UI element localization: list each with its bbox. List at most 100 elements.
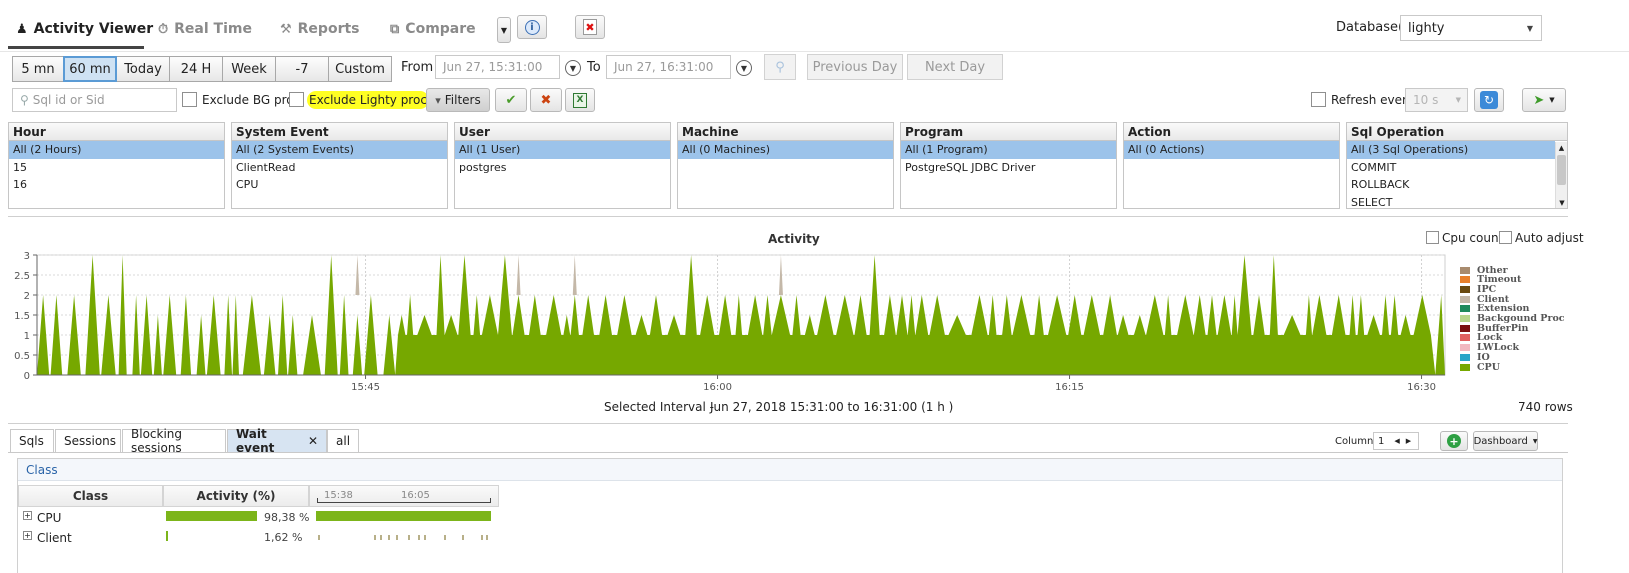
from-datetime-field[interactable]: Jun 27, 15:31:00 — [435, 55, 560, 79]
list-item[interactable]: ROLLBACK — [1347, 176, 1567, 194]
filter-clear-button[interactable]: ✖ — [530, 88, 562, 112]
list-item[interactable]: All (2 System Events) — [232, 141, 447, 159]
tab-wait-event[interactable]: Wait event ✕ — [227, 427, 327, 455]
tab-bar-separator — [8, 452, 1568, 453]
columns-label: Columns — [1335, 436, 1379, 447]
list-item[interactable]: 16 — [9, 176, 224, 194]
expand-icon[interactable]: + — [23, 531, 32, 540]
auto-adjust-checkbox[interactable] — [1499, 231, 1512, 244]
search-range-button[interactable]: ⚲ — [764, 54, 796, 80]
tab-sessions[interactable]: Sessions — [55, 429, 121, 452]
from-dropdown-icon[interactable]: ▼ — [565, 60, 581, 76]
tab-blocking-sessions[interactable]: Blocking sessions — [122, 427, 226, 455]
list-item[interactable]: CPU — [232, 176, 447, 194]
column-header-class[interactable]: Class — [18, 485, 163, 507]
class-link[interactable]: Class — [18, 459, 1562, 481]
dimension-header: Action — [1124, 123, 1339, 141]
dimension-header: User — [455, 123, 670, 141]
gauge-icon: ⏱ — [158, 21, 169, 37]
exclude-bg-checkbox[interactable] — [182, 92, 197, 107]
to-datetime-field[interactable]: Jun 27, 16:31:00 — [606, 55, 731, 79]
close-view-button[interactable]: ✖ — [575, 15, 605, 39]
tab-real-time[interactable]: ⏱ Real Time — [158, 16, 252, 42]
wrench-icon: ⚒ — [280, 21, 292, 37]
list-item[interactable]: All (3 Sql Operations) — [1347, 141, 1555, 159]
refresh-button[interactable]: ↻ — [1474, 88, 1504, 112]
tab-compare[interactable]: ⧉ Compare — [390, 16, 476, 42]
export-menu-button[interactable]: ➤ ▼ — [1522, 88, 1566, 112]
chevron-down-icon: ▼ — [1455, 96, 1461, 104]
range-today-button[interactable]: Today — [116, 56, 170, 82]
refresh-interval-select[interactable]: 10 s ▼ — [1405, 88, 1468, 112]
tab-reports[interactable]: ⚒ Reports — [280, 16, 360, 42]
vertical-scrollbar[interactable]: ▲ ▼ — [1555, 142, 1567, 208]
exclude-lighty-checkbox[interactable] — [289, 92, 304, 107]
list-item[interactable]: COMMIT — [1347, 159, 1567, 177]
activity-bar — [166, 531, 168, 541]
dimension-header: Hour — [9, 123, 224, 141]
tab-dropdown-button[interactable]: ▼ — [497, 17, 511, 43]
list-item[interactable]: All (0 Machines) — [678, 141, 893, 159]
range-custom-button[interactable]: Custom — [328, 56, 392, 82]
list-item[interactable]: SELECT — [1347, 194, 1567, 209]
list-item[interactable]: All (2 Hours) — [9, 141, 224, 159]
list-item[interactable]: PostgreSQL JDBC Driver — [901, 159, 1116, 177]
scroll-up-icon[interactable]: ▲ — [1556, 142, 1567, 154]
chevron-left-icon[interactable]: ◀ — [1394, 437, 1399, 445]
x-tick-label: 16:00 — [703, 382, 732, 393]
range-60mn-button[interactable]: 60 mn — [63, 56, 117, 82]
activity-chart: 0 0.5 1 1.5 2 2.5 3 15:45 16:00 16:15 16:30 — [14, 251, 1446, 393]
table-row[interactable]: + Client 1,62 % — [19, 528, 499, 547]
add-dashboard-button[interactable]: + — [1440, 431, 1468, 451]
export-excel-button[interactable]: X — [565, 88, 595, 112]
y-tick-label: 3 — [24, 251, 30, 262]
table-row[interactable]: + CPU 98,38 % — [19, 508, 499, 527]
activity-timeline — [316, 511, 491, 521]
close-icon[interactable]: ✕ — [308, 434, 318, 448]
dimension-machine: Machine All (0 Machines) — [677, 122, 894, 209]
range-week-button[interactable]: Week — [222, 56, 276, 82]
filters-button[interactable]: ▾ Filters — [426, 88, 490, 112]
column-header-activity[interactable]: Activity (%) — [163, 485, 309, 507]
x-tick-label: 16:30 — [1407, 382, 1436, 393]
tab-sqls[interactable]: Sqls — [10, 429, 54, 452]
list-item[interactable]: All (0 Actions) — [1124, 141, 1339, 159]
activity-percent: 1,62 % — [264, 531, 303, 544]
dimension-program: Program All (1 Program) PostgreSQL JDBC … — [900, 122, 1117, 209]
list-item[interactable]: ClientRead — [232, 159, 447, 177]
filter-apply-button[interactable]: ✔ — [495, 88, 527, 112]
refresh-icon: ↻ — [1480, 91, 1498, 109]
timeline-mark — [374, 535, 376, 540]
section-separator — [8, 423, 1568, 424]
scroll-down-icon[interactable]: ▼ — [1556, 197, 1567, 208]
next-day-button[interactable]: Next Day — [907, 54, 1003, 80]
dimension-header: Sql Operation — [1347, 123, 1567, 141]
expand-icon[interactable]: + — [23, 511, 32, 520]
filter-check-icon: ✔ — [505, 92, 517, 108]
list-item[interactable]: postgres — [455, 159, 670, 177]
refresh-checkbox[interactable] — [1311, 92, 1326, 107]
list-item[interactable]: 15 — [9, 159, 224, 177]
columns-stepper[interactable]: 1 ◀ ▶ — [1373, 432, 1419, 450]
refresh-label: Refresh every — [1331, 93, 1415, 107]
range-24h-button[interactable]: 24 H — [169, 56, 223, 82]
sql-search-input[interactable]: ⚲ Sql id or Sid — [12, 88, 177, 112]
selected-interval-label: Selected Interval - — [604, 400, 714, 414]
dashboard-menu-button[interactable]: Dashboard ▼ — [1473, 431, 1538, 451]
scroll-thumb[interactable] — [1557, 155, 1566, 185]
tab-activity-viewer[interactable]: ♟ Activity Viewer — [16, 16, 153, 42]
chevron-right-icon[interactable]: ▶ — [1406, 437, 1411, 445]
to-dropdown-icon[interactable]: ▼ — [736, 60, 752, 76]
list-item[interactable]: All (1 Program) — [901, 141, 1116, 159]
plus-icon: + — [1447, 434, 1461, 448]
previous-day-button[interactable]: Previous Day — [807, 54, 903, 80]
info-button[interactable]: i — [517, 15, 547, 39]
timeline-mark — [444, 535, 446, 540]
legend-swatch — [1460, 295, 1470, 303]
tab-all[interactable]: all — [327, 429, 359, 452]
dimension-user: User All (1 User) postgres — [454, 122, 671, 209]
range-minus7-button[interactable]: -7 — [275, 56, 329, 82]
range-5mn-button[interactable]: 5 mn — [12, 56, 64, 82]
list-item[interactable]: All (1 User) — [455, 141, 670, 159]
database-select[interactable]: lighty ▼ — [1400, 15, 1542, 41]
